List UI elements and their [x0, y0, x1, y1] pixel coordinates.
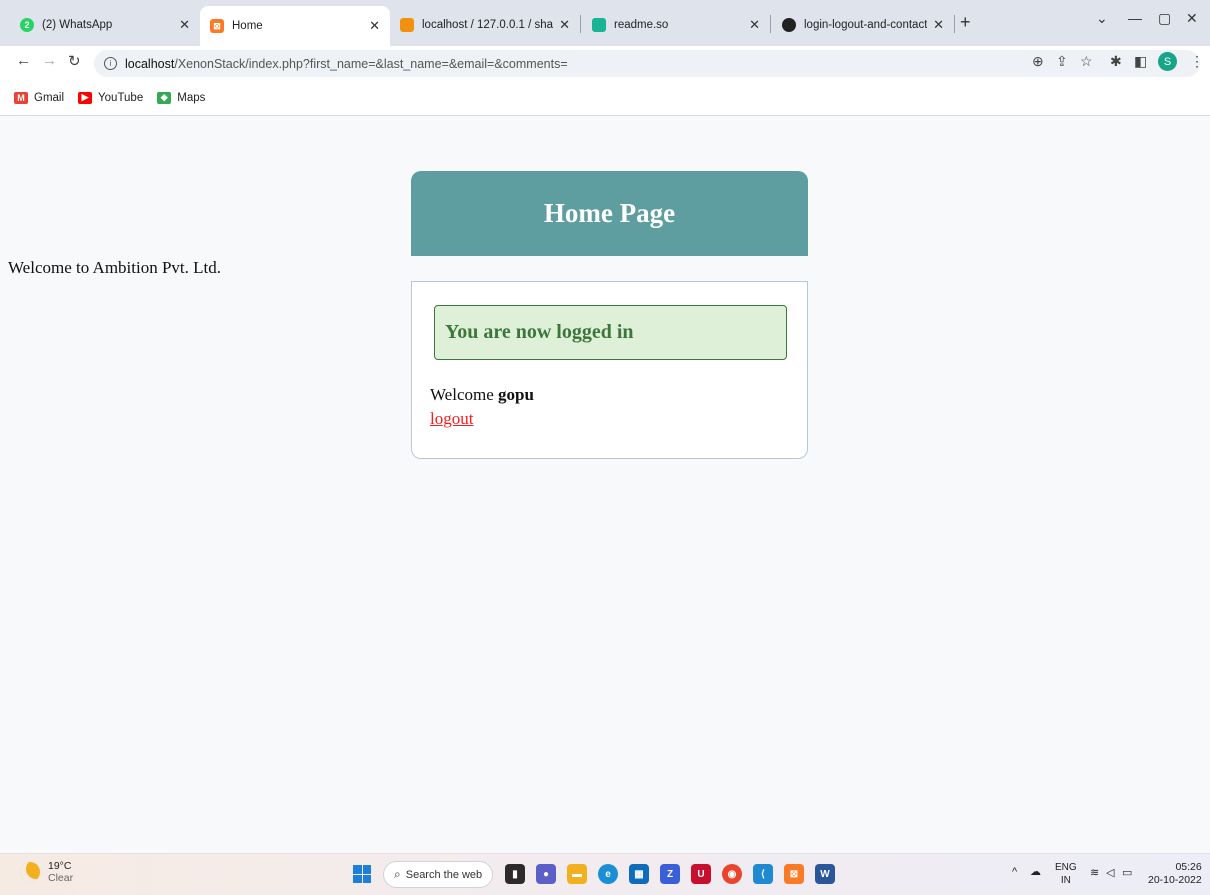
- language-indicator[interactable]: ENG IN: [1055, 861, 1077, 887]
- word-icon[interactable]: W: [815, 864, 835, 884]
- tab-github[interactable]: login-logout-and-contact-us-we ✕: [772, 8, 954, 41]
- vscode-icon[interactable]: ⟨: [753, 864, 773, 884]
- clock-time: 05:26: [1175, 861, 1202, 873]
- weather-widget[interactable]: 19°C Clear: [20, 860, 73, 884]
- language: ENG: [1055, 862, 1077, 873]
- temperature: 19°C: [48, 860, 72, 872]
- tab-separator: [954, 15, 955, 33]
- tab-title: (2) WhatsApp: [42, 18, 113, 31]
- xampp-icon[interactable]: ⊠: [784, 864, 804, 884]
- search-icon: ⌕: [394, 867, 401, 881]
- edge-icon[interactable]: e: [598, 864, 618, 884]
- bookmark-maps[interactable]: ◆ Maps: [157, 91, 206, 104]
- url-path: /XenonStack/index.php?first_name=&last_n…: [174, 56, 568, 71]
- success-alert: You are now logged in: [434, 305, 787, 360]
- moon-icon: [20, 862, 40, 882]
- clock-date: 20-10-2022: [1148, 874, 1202, 886]
- bookmarks-bar: M Gmail ▶ YouTube ◆ Maps: [0, 80, 1210, 116]
- page-title: Home Page: [543, 198, 676, 228]
- region: IN: [1060, 875, 1071, 886]
- welcome-prefix: Welcome: [430, 385, 494, 404]
- teams-chat-icon[interactable]: ●: [536, 864, 556, 884]
- windows-taskbar: 19°C Clear ⌕ Search the web ▮ ● ▬ e ▦ Z …: [0, 853, 1210, 895]
- bookmark-label: Gmail: [34, 91, 65, 104]
- tab-title: readme.so: [614, 18, 669, 31]
- page-content: Welcome to Ambition Pvt. Ltd. Home Page …: [0, 117, 1210, 853]
- system-clock[interactable]: 05:26 20-10-2022: [1148, 861, 1202, 887]
- phpmyadmin-icon: [400, 17, 414, 32]
- welcome-user-text: Welcome gopu: [430, 385, 534, 405]
- youtube-icon: ▶: [78, 91, 93, 104]
- close-tab-icon[interactable]: ✕: [369, 18, 380, 34]
- tab-whatsapp[interactable]: 2 (2) WhatsApp ✕: [10, 8, 200, 41]
- whatsapp-icon: 2: [20, 17, 34, 32]
- profile-avatar[interactable]: S: [1158, 52, 1177, 71]
- success-message: You are now logged in: [445, 321, 634, 343]
- reload-icon[interactable]: ↻: [68, 52, 81, 70]
- readme-icon: [592, 17, 606, 32]
- bookmark-star-icon[interactable]: ☆: [1080, 53, 1093, 70]
- chrome-icon[interactable]: ◉: [722, 864, 742, 884]
- github-icon: [782, 17, 796, 32]
- close-tab-icon[interactable]: ✕: [933, 17, 944, 33]
- tab-title: localhost / 127.0.0.1 / shaildb / t: [422, 18, 554, 31]
- taskbar-search[interactable]: ⌕ Search the web: [383, 861, 493, 888]
- zoom-icon[interactable]: ⊕: [1032, 53, 1044, 70]
- restore-button[interactable]: ▢: [1158, 10, 1171, 27]
- bookmark-label: Maps: [177, 91, 206, 104]
- company-welcome-text: Welcome to Ambition Pvt. Ltd.: [8, 258, 222, 277]
- browser-toolbar: ← → ↻ i localhost/XenonStack/index.php?f…: [0, 46, 1210, 80]
- show-hidden-icons-chevron[interactable]: ^: [1012, 866, 1017, 878]
- battery-icon[interactable]: ▭: [1122, 866, 1132, 879]
- weather-condition: Clear: [48, 872, 74, 884]
- new-tab-button[interactable]: +: [960, 12, 971, 33]
- menu-kebab-icon[interactable]: ⋮: [1190, 53, 1204, 70]
- side-panel-icon[interactable]: ◧: [1134, 53, 1147, 70]
- bookmark-label: YouTube: [98, 91, 144, 104]
- app-icon[interactable]: Z: [660, 864, 680, 884]
- share-icon[interactable]: ⇪: [1056, 53, 1068, 70]
- minimize-button[interactable]: —: [1128, 10, 1142, 26]
- tab-home[interactable]: ⊠ Home ✕: [200, 6, 390, 46]
- tab-separator: [770, 15, 771, 33]
- close-tab-icon[interactable]: ✕: [179, 17, 190, 33]
- logout-link[interactable]: logout: [430, 409, 473, 429]
- close-tab-icon[interactable]: ✕: [559, 17, 570, 33]
- page-header: Home Page: [411, 171, 808, 256]
- onedrive-cloud-icon[interactable]: ☁: [1030, 865, 1041, 878]
- xampp-icon: ⊠: [210, 19, 224, 33]
- file-explorer-icon[interactable]: ▬: [567, 864, 587, 884]
- extensions-puzzle-icon[interactable]: ✱: [1110, 53, 1122, 70]
- tab-search-chevron-icon[interactable]: ⌄: [1096, 10, 1108, 27]
- url-host: localhost: [125, 56, 175, 71]
- close-tab-icon[interactable]: ✕: [749, 17, 760, 33]
- back-arrow-icon[interactable]: ←: [16, 52, 31, 69]
- gmail-icon: M: [14, 91, 28, 104]
- tab-title: login-logout-and-contact-us-we: [804, 18, 928, 31]
- username: gopu: [498, 385, 534, 404]
- tab-readme[interactable]: readme.so ✕: [582, 8, 770, 41]
- browser-tab-strip: 2 (2) WhatsApp ✕ ⊠ Home ✕ localhost / 12…: [0, 0, 1210, 46]
- wifi-icon[interactable]: ≋: [1090, 866, 1099, 879]
- search-label: Search the web: [405, 868, 483, 881]
- content-card: You are now logged in Welcome gopu logou…: [411, 281, 808, 459]
- close-window-button[interactable]: ✕: [1186, 10, 1198, 27]
- volume-icon[interactable]: ◁: [1106, 866, 1114, 879]
- site-info-icon[interactable]: i: [104, 57, 117, 70]
- tab-title: Home: [232, 20, 263, 32]
- bookmark-youtube[interactable]: ▶ YouTube: [78, 91, 144, 104]
- store-icon[interactable]: ▦: [629, 864, 649, 884]
- forward-arrow-icon[interactable]: →: [42, 52, 57, 69]
- tab-separator: [580, 15, 581, 33]
- mcafee-icon[interactable]: U: [691, 864, 711, 884]
- bookmark-gmail[interactable]: M Gmail: [14, 91, 65, 104]
- task-view-icon[interactable]: ▮: [505, 864, 525, 884]
- windows-start-icon[interactable]: [353, 865, 371, 883]
- tab-phpmyadmin[interactable]: localhost / 127.0.0.1 / shaildb / t ✕: [390, 8, 580, 41]
- maps-icon: ◆: [157, 91, 172, 104]
